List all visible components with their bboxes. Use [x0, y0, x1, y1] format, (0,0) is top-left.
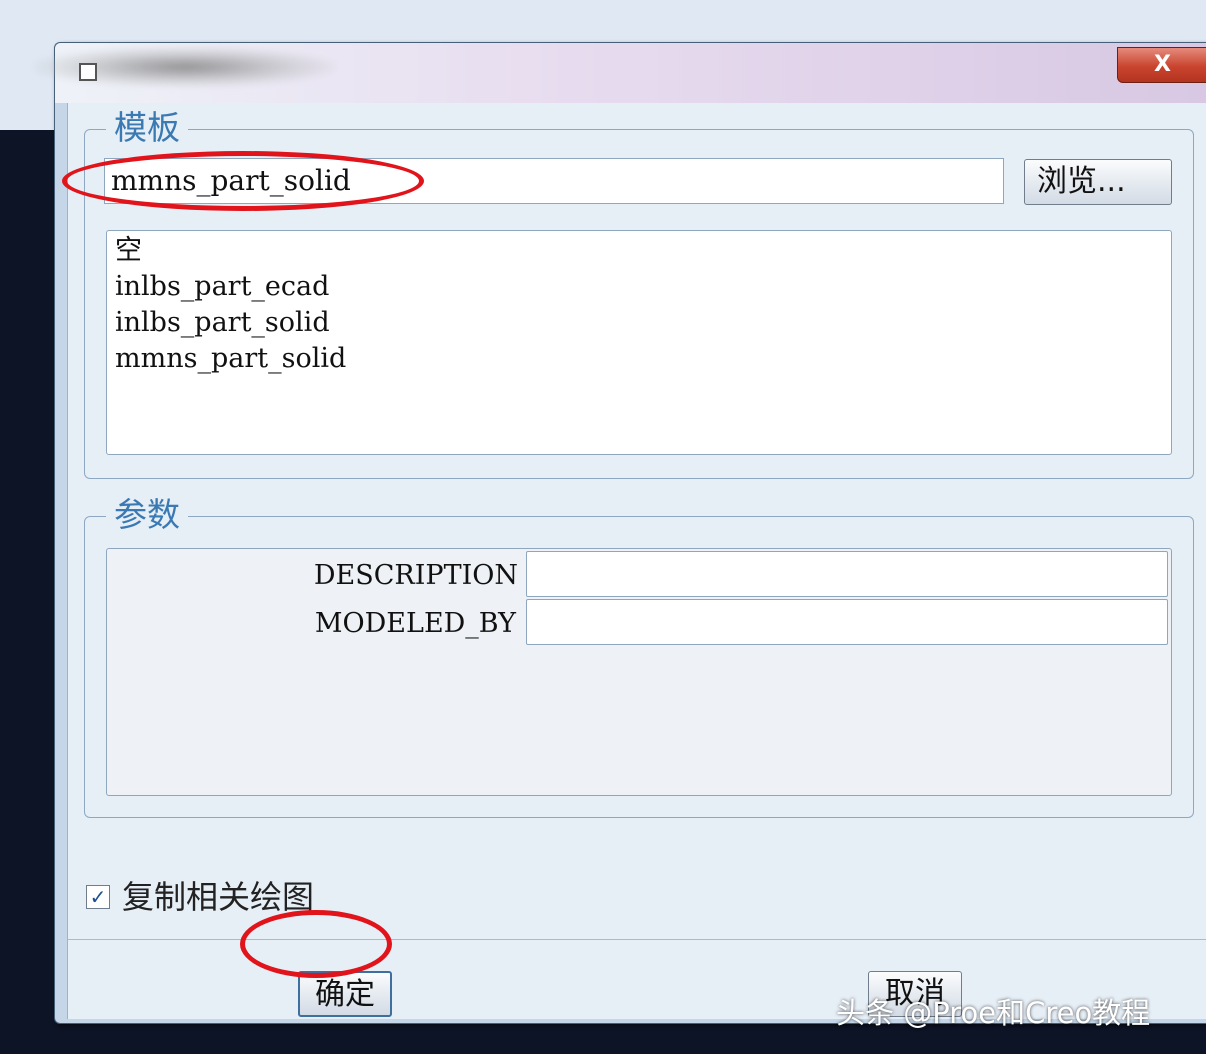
close-button[interactable]: X — [1117, 47, 1206, 83]
list-item[interactable]: 空 — [107, 233, 1171, 269]
param-name-modeled-by: MODELED_BY — [314, 608, 516, 639]
description-field[interactable] — [526, 551, 1168, 597]
ok-button[interactable]: 确定 — [298, 971, 392, 1017]
watermark: 头条 @Proe和Creo教程 — [836, 996, 1151, 1030]
param-name-description: DESCRIPTION — [313, 560, 518, 591]
list-item[interactable]: inlbs_part_solid — [107, 305, 1171, 341]
copy-drawings-label: 复制相关绘图 — [122, 878, 315, 916]
modeled-by-field[interactable] — [526, 599, 1168, 645]
template-list[interactable]: 空 inlbs_part_ecad inlbs_part_solid mmns_… — [106, 230, 1172, 455]
footer-separator — [68, 939, 1206, 940]
list-item[interactable]: inlbs_part_ecad — [107, 269, 1171, 305]
parameters-group-label: 参数 — [106, 497, 188, 533]
browse-button[interactable]: 浏览... — [1024, 159, 1172, 205]
window-icon — [79, 63, 97, 81]
template-input[interactable]: mmns_part_solid — [104, 158, 1004, 204]
dialog-titlebar: X — [35, 43, 1206, 103]
dialog-client-area: 模板 mmns_part_solid 浏览... 空 inlbs_part_ec… — [67, 103, 1206, 1019]
template-group-label: 模板 — [106, 110, 188, 146]
new-file-options-dialog: X 模板 mmns_part_solid 浏览... 空 inlbs_part_… — [35, 42, 1206, 1024]
copy-drawings-checkbox[interactable]: ✓ — [86, 885, 110, 909]
list-item[interactable]: mmns_part_solid — [107, 341, 1171, 377]
